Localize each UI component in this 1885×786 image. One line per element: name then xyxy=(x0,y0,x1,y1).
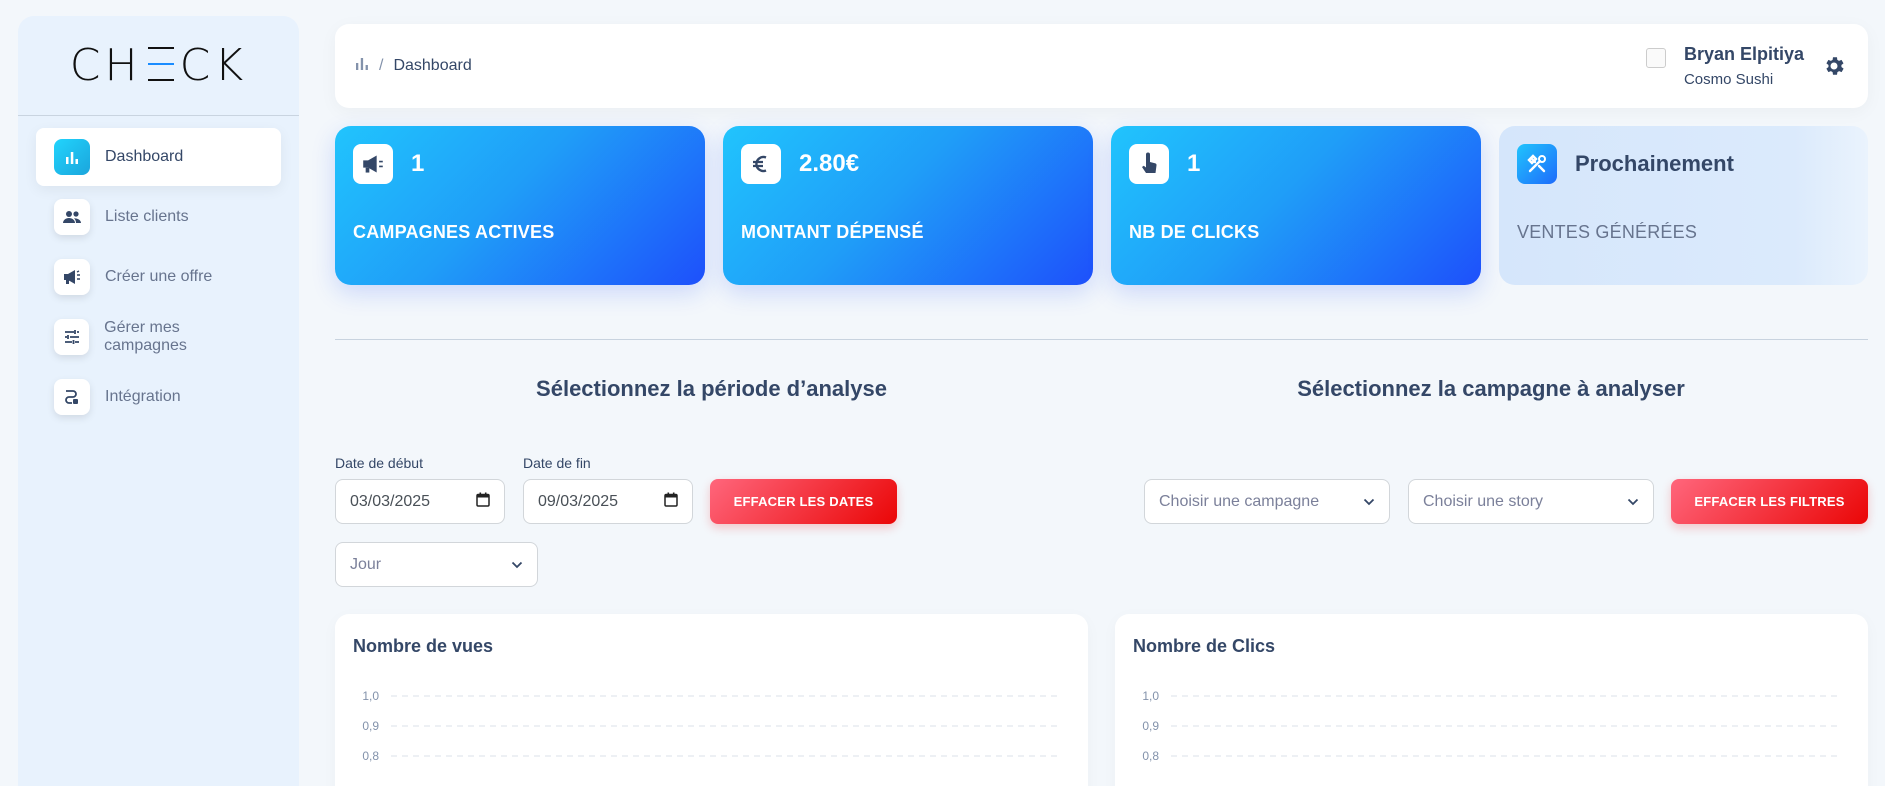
pointer-hand-icon xyxy=(1129,144,1169,184)
bar-chart-icon xyxy=(54,139,90,175)
logo-text-end: CK xyxy=(179,40,248,91)
avatar xyxy=(1645,48,1666,68)
end-date-label: Date de fin xyxy=(523,455,591,471)
sidebar-item-clients[interactable]: Liste clients xyxy=(36,188,281,246)
stat-label: MONTANT DÉPENSÉ xyxy=(741,222,924,242)
user-name: Bryan Elpitiya xyxy=(1683,44,1804,64)
stat-label: NB DE CLICKS xyxy=(1129,222,1260,242)
breadcrumb-current: Dashboard xyxy=(393,57,472,74)
campaign-placeholder: Choisir une campagne xyxy=(1159,492,1320,510)
sidebar-item-create-offer[interactable]: Créer une offre xyxy=(36,248,281,306)
stat-label: VENTES GÉNÉRÉES xyxy=(1517,222,1698,242)
stat-card-sales: Prochainement VENTES GÉNÉRÉES xyxy=(1499,126,1868,285)
views-chart: 1,0 0,9 0,8 xyxy=(362,689,1060,763)
logo-text-start: CH xyxy=(69,40,142,91)
top-navbar: / Dashboard Bryan Elpitiya Cosmo Sushi xyxy=(335,24,1868,108)
megaphone-icon xyxy=(54,259,90,295)
logo-text: CH CK xyxy=(70,40,247,91)
y-tick-label: 1,0 xyxy=(362,689,379,703)
logo-e-mark xyxy=(144,46,178,82)
clicks-chart: 1,0 0,9 0,8 xyxy=(1142,689,1840,763)
y-tick-label: 1,0 xyxy=(1142,689,1159,703)
calendar-icon[interactable] xyxy=(476,492,490,512)
integration-icon xyxy=(54,379,90,415)
story-select[interactable]: Choisir une story xyxy=(1408,479,1654,524)
bar-chart-icon[interactable] xyxy=(355,57,369,75)
gear-icon[interactable] xyxy=(1820,52,1848,80)
campaign-title: Sélectionnez la campagne à analyser xyxy=(1297,376,1685,401)
sidebar: CH CK Dashboard Liste clients Créer une o… xyxy=(18,16,299,786)
sidebar-item-integration[interactable]: Intégration xyxy=(36,368,281,426)
clear-filters-button[interactable]: EFFACER LES FILTRES xyxy=(1671,479,1868,524)
chevron-down-icon xyxy=(1363,493,1375,511)
sidebar-item-campaigns[interactable]: Gérer mes campagnes xyxy=(36,308,281,366)
breadcrumb: / Dashboard xyxy=(355,57,472,75)
user-menu[interactable]: Bryan Elpitiya Cosmo Sushi xyxy=(1645,44,1848,88)
chevron-down-icon xyxy=(511,556,523,574)
check-logo[interactable]: CH CK xyxy=(18,16,299,116)
end-date-value: 09/03/2025 xyxy=(538,492,619,510)
megaphone-icon xyxy=(353,144,393,184)
tools-icon xyxy=(1517,144,1557,184)
chart-title: Nombre de Clics xyxy=(1133,636,1276,656)
section-divider xyxy=(335,339,1868,340)
stat-value: Prochainement xyxy=(1575,151,1734,176)
chart-title: Nombre de vues xyxy=(353,636,494,656)
start-date-field[interactable]: 03/03/2025 xyxy=(335,479,505,524)
stat-label: CAMPAGNES ACTIVES xyxy=(353,222,555,242)
sidebar-item-label: Liste clients xyxy=(105,208,189,225)
clear-dates-button[interactable]: EFFACER LES DATES xyxy=(710,479,897,524)
sidebar-item-label: Créer une offre xyxy=(105,268,213,285)
breadcrumb-separator: / xyxy=(379,57,384,74)
y-tick-label: 0,8 xyxy=(1142,749,1159,763)
stat-value: 1 xyxy=(411,150,425,177)
sidebar-item-dashboard[interactable]: Dashboard xyxy=(36,128,281,186)
start-date-label: Date de début xyxy=(335,455,423,471)
y-tick-label: 0,9 xyxy=(1142,719,1159,733)
user-company: Cosmo Sushi xyxy=(1683,71,1774,88)
story-placeholder: Choisir une story xyxy=(1423,492,1544,510)
chevron-down-icon xyxy=(1627,493,1639,511)
stat-value: 2.80€ xyxy=(799,150,860,177)
views-chart-card: Nombre de vues 1,0 0,9 0,8 xyxy=(335,614,1088,786)
sidebar-nav: Dashboard Liste clients Créer une offre … xyxy=(18,116,299,440)
y-tick-label: 0,9 xyxy=(362,719,379,733)
campaign-select[interactable]: Choisir une campagne xyxy=(1144,479,1390,524)
end-date-field[interactable]: 09/03/2025 xyxy=(523,479,693,524)
sliders-icon xyxy=(54,319,90,355)
calendar-icon[interactable] xyxy=(664,492,678,512)
stat-card-amount-spent: 2.80€ MONTANT DÉPENSÉ xyxy=(723,126,1093,285)
people-icon xyxy=(54,199,90,235)
sidebar-item-label: Dashboard xyxy=(105,148,184,165)
clicks-chart-card: Nombre de Clics 1,0 0,9 0,8 xyxy=(1115,614,1868,786)
start-date-value: 03/03/2025 xyxy=(350,492,431,510)
granularity-value: Jour xyxy=(350,555,382,573)
period-title: Sélectionnez la période d’analyse xyxy=(536,376,887,401)
sidebar-item-label: Gérer mes campagnes xyxy=(104,319,187,354)
euro-icon xyxy=(741,144,781,184)
stat-value: 1 xyxy=(1187,150,1201,177)
sidebar-item-label: Intégration xyxy=(105,388,181,405)
stat-card-clicks: 1 NB DE CLICKS xyxy=(1111,126,1481,285)
user-info: Bryan Elpitiya Cosmo Sushi xyxy=(1684,44,1804,88)
stat-card-active-campaigns: 1 CAMPAGNES ACTIVES xyxy=(335,126,705,285)
granularity-select[interactable]: Jour xyxy=(335,542,538,587)
y-tick-label: 0,8 xyxy=(362,749,379,763)
